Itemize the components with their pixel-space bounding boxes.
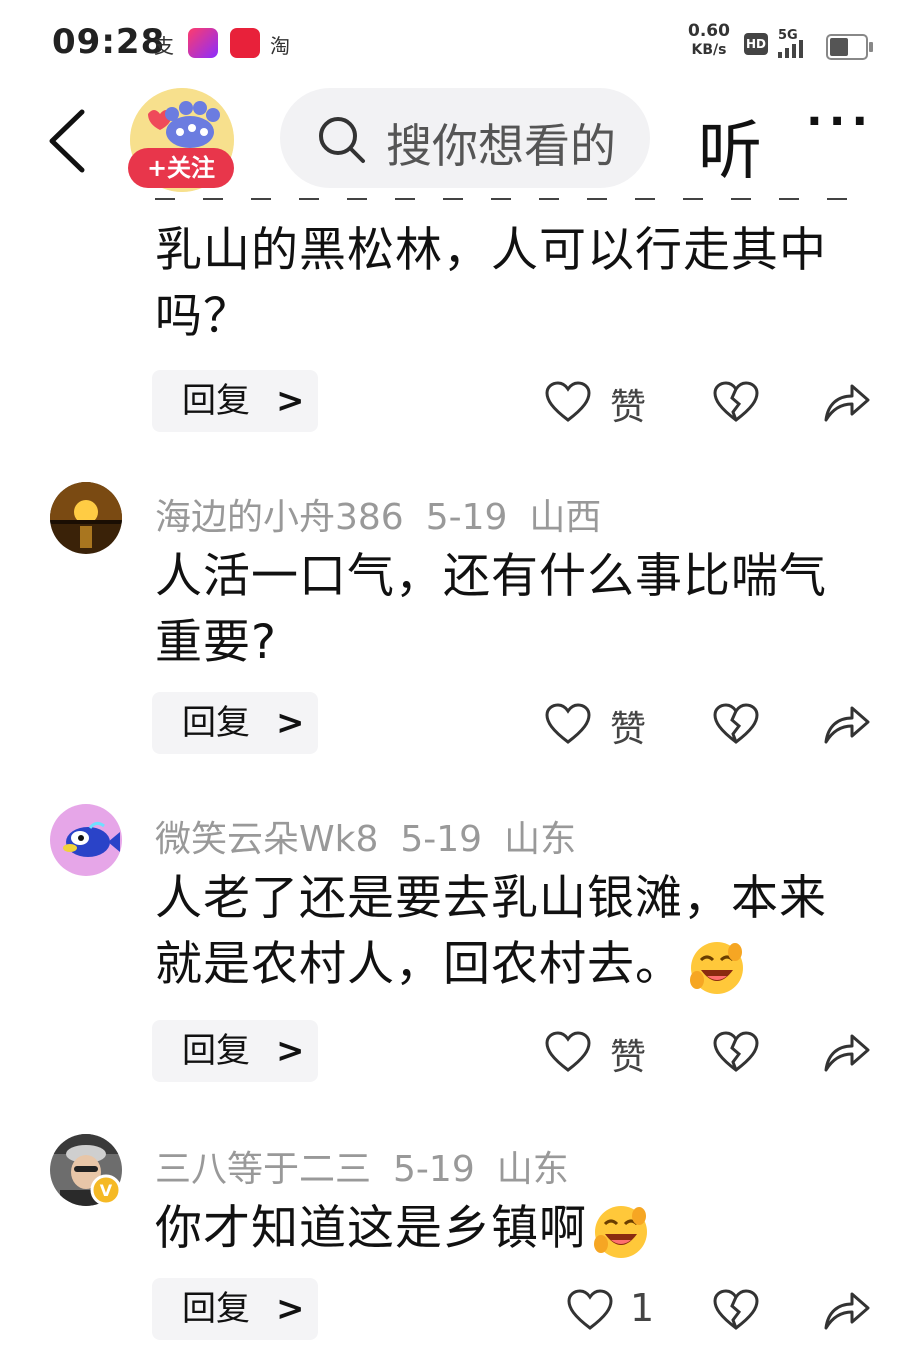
share-icon[interactable] [822,702,872,746]
chevron-right-icon: > [276,1031,305,1071]
alipay-icon: 支 [154,34,174,58]
follow-button[interactable]: +关注 [128,148,234,188]
laughing-emoji-icon [594,1205,647,1258]
dislike-broken-heart-icon[interactable] [712,1288,760,1332]
signal-icon: 5G [778,28,803,58]
like-heart-icon[interactable] [544,380,592,424]
reply-button[interactable]: 回复 > [152,1278,318,1340]
comment-text: 乳山的黑松林，人可以行走其中吗？ [155,223,827,344]
reply-button[interactable]: 回复 > [152,370,318,432]
comment-meta: 海边的小舟386 5-19 山西 [155,488,623,540]
person-avatar-icon: V [50,1134,122,1206]
comment-meta: 三八等于二三 5-19 山东 [155,1140,591,1192]
share-icon[interactable] [822,1288,872,1332]
like-count: 1 [630,1286,655,1330]
comment-location: 山东 [504,819,577,860]
comment-date: 5-19 [400,819,483,860]
taobao-icon: 淘 [270,34,290,58]
reply-label: 回复 [182,703,250,743]
reply-label: 回复 [182,381,250,421]
laughing-emoji-icon [690,941,743,994]
like-heart-icon[interactable] [566,1288,614,1332]
net-speed-unit: KB/s [691,42,727,58]
status-time: 09:28 [52,22,166,62]
xiaohongshu-icon [230,28,260,58]
comment-text: 人活一口气，还有什么事比喘气重要? [155,549,827,670]
dislike-broken-heart-icon[interactable] [712,1030,760,1074]
comment-text-block: 人老了还是要去乳山银滩，本来就是农村人，回农村去。 [155,866,860,998]
video-app-icon [188,28,218,58]
username[interactable]: 微笑云朵Wk8 [155,819,378,860]
comment-date: 5-19 [393,1149,475,1190]
like-label[interactable]: 赞 [610,378,646,430]
comment-text: 你才知道这是乡镇啊 [155,1201,587,1256]
username[interactable]: 三八等于二三 [155,1149,371,1190]
chevron-right-icon: > [276,703,305,743]
comment-location: 山西 [529,497,602,538]
reply-label: 回复 [182,1289,250,1329]
sunset-avatar-icon [50,482,122,554]
reply-label: 回复 [182,1031,250,1071]
hd-icon: HD [744,33,768,55]
search-icon [319,117,365,163]
user-avatar[interactable] [50,482,122,554]
reply-button[interactable]: 回复 > [152,1020,318,1082]
like-label[interactable]: 赞 [610,700,646,752]
top-nav-bar: +关注 搜你想看的 听 ··· [0,88,922,198]
back-arrow-icon[interactable] [44,106,92,176]
user-avatar[interactable]: V [50,1134,122,1206]
more-menu-button[interactable]: ··· [806,96,874,147]
like-label[interactable]: 赞 [610,1028,646,1080]
chevron-right-icon: > [276,1289,305,1329]
author-avatar[interactable]: +关注 [128,88,234,192]
share-icon[interactable] [822,1030,872,1074]
net-speed: 0.60 KB/s [688,22,730,60]
listen-button[interactable]: 听 [698,100,762,192]
reply-button[interactable]: 回复 > [152,692,318,754]
like-heart-icon[interactable] [544,702,592,746]
status-bar: 09:28 支 淘 0.60 KB/s HD 5G [0,0,922,88]
net-speed-value: 0.60 [688,21,730,41]
username[interactable]: 海边的小舟386 [155,497,404,538]
svg-text:V: V [100,1181,113,1200]
signal-bars-icon [778,40,803,58]
dislike-broken-heart-icon[interactable] [712,702,760,746]
chevron-right-icon: > [276,381,305,421]
user-avatar[interactable] [50,804,122,876]
dislike-broken-heart-icon[interactable] [712,380,760,424]
search-placeholder: 搜你想看的 [386,119,616,173]
comment-meta: 微笑云朵Wk8 5-19 山东 [155,810,598,862]
battery-icon [826,34,873,60]
search-box[interactable]: 搜你想看的 [280,88,650,188]
comment-location: 山东 [496,1149,569,1190]
share-icon[interactable] [822,380,872,424]
like-heart-icon[interactable] [544,1030,592,1074]
comment-text-block: 你才知道这是乡镇啊 [155,1196,860,1262]
comment-date: 5-19 [425,497,508,538]
fish-avatar-icon [50,804,122,876]
